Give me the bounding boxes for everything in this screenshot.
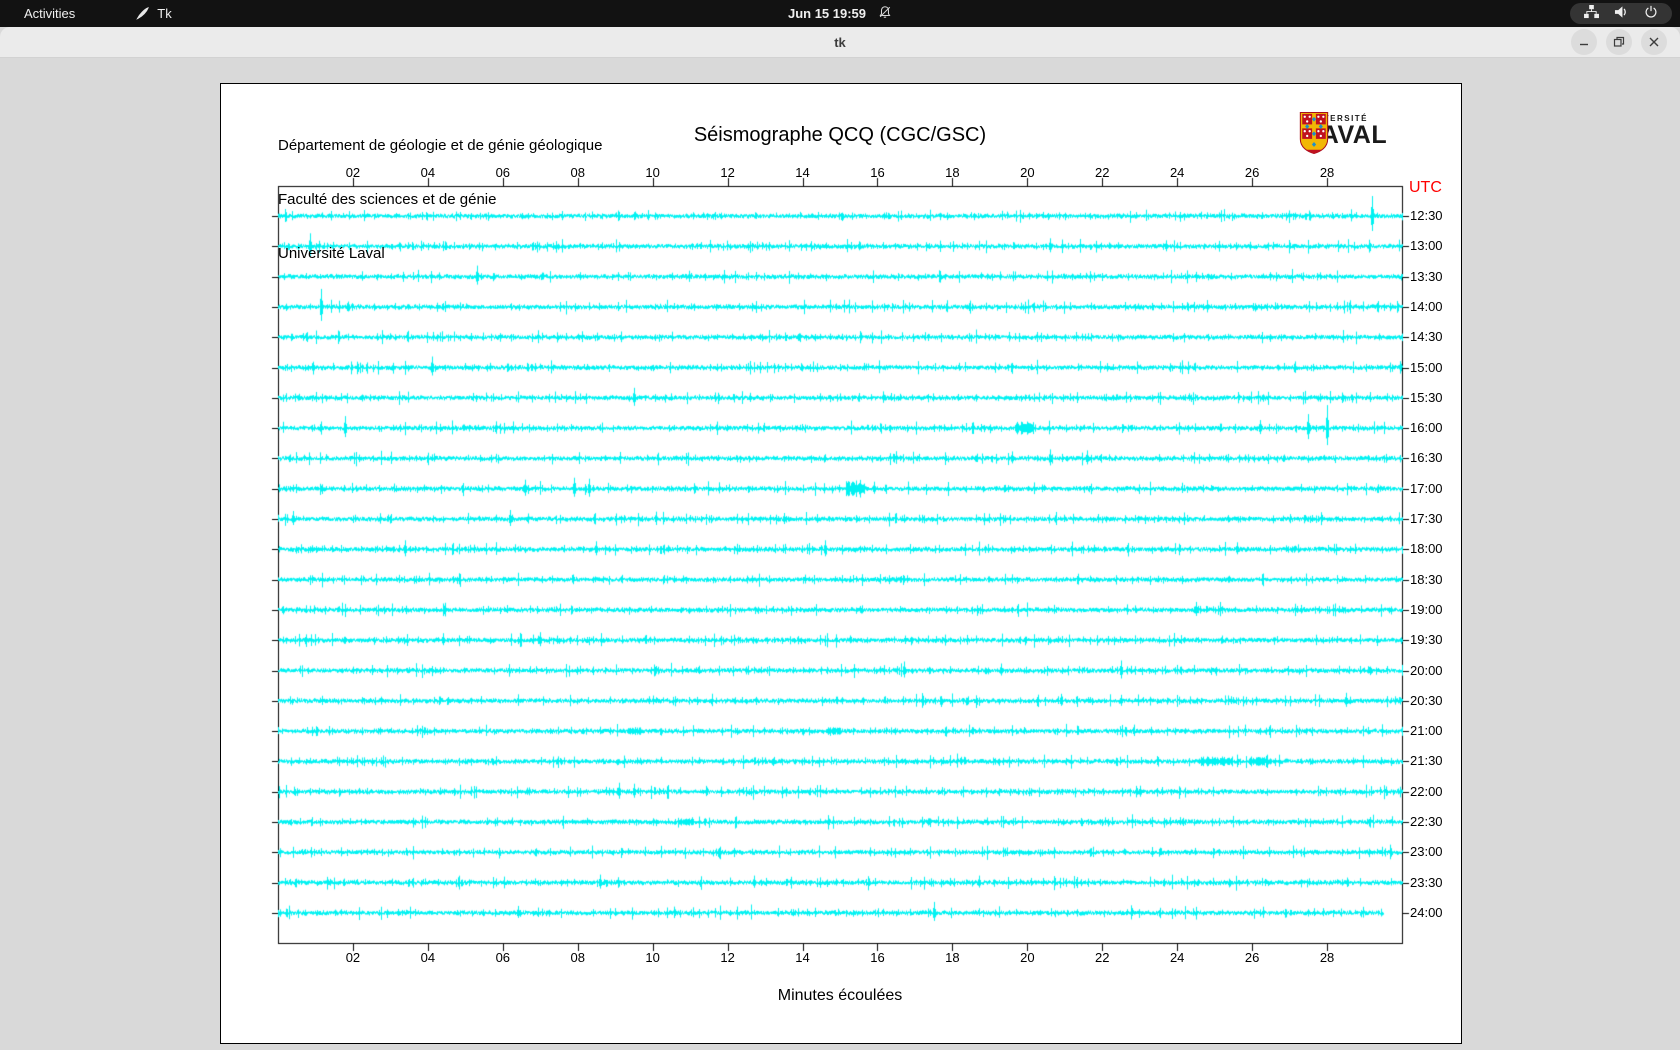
close-button[interactable] [1641,29,1667,55]
x-tick-label: 08 [570,165,585,180]
x-tick-label: 24 [1169,165,1185,180]
x-tick-label: 02 [345,950,361,965]
utc-time-label: 22:30 [1410,814,1443,829]
x-tick-label: 06 [495,950,511,965]
utc-time-label: 21:30 [1410,753,1443,769]
utc-time-label: 24:00 [1410,904,1443,920]
close-icon [1649,37,1659,47]
window-title-bar: tk [0,27,1680,58]
seismograph-panel: Département de géologie et de génie géol… [220,83,1462,1044]
gnome-top-bar: Activities Tk Jun 15 19:59 [0,0,1680,27]
utc-time-label: 23:00 [1410,844,1443,860]
network-icon [1584,5,1599,22]
x-tick-label: 08 [570,950,585,965]
x-tick-label: 12 [720,165,735,180]
power-icon [1644,5,1658,22]
utc-time-label: 13:00 [1410,238,1443,254]
utc-time-label: 23:30 [1410,874,1443,890]
volume-icon [1614,5,1629,22]
utc-time-label: 18:30 [1410,571,1443,587]
x-axis-title: Minutes écoulées [777,987,903,1004]
utc-time-label: 17:00 [1410,480,1443,496]
x-tick-label: 26 [1244,165,1260,180]
window-controls [1571,29,1667,55]
x-tick-label: 28 [1319,165,1335,180]
chart-title: Séismographe QCQ (CGC/GSC) [693,124,987,146]
clock-button[interactable]: Jun 15 19:59 [788,5,892,22]
x-tick-label: 18 [945,950,960,965]
utc-time-label: 17:30 [1410,511,1443,526]
utc-time-label: 20:30 [1410,692,1443,708]
x-tick-label: 24 [1169,950,1185,965]
utc-time-label: 19:00 [1410,601,1443,617]
university-laval-logo: UNIVERSITÉ LAVAL [1299,112,1419,154]
x-tick-label: 02 [345,165,361,180]
notifications-muted-icon [878,5,892,22]
window-title: tk [834,35,846,50]
tk-feather-icon [135,6,150,21]
x-tick-label: 12 [720,950,735,965]
x-tick-label: 10 [645,165,660,180]
x-tick-label: 26 [1244,950,1260,965]
x-tick-label: 18 [945,165,960,180]
x-tick-label: 28 [1319,950,1335,965]
x-tick-label: 22 [1095,950,1110,965]
taskbar-app-label: Tk [157,6,172,21]
institution-line: Faculté des sciences et de génie [278,191,497,208]
x-tick-label: 20 [1020,165,1035,180]
system-tray[interactable] [1570,3,1672,24]
taskbar-app-tk[interactable]: Tk [135,6,172,21]
utc-time-label: 19:30 [1410,632,1443,648]
utc-axis-header: UTC [1409,179,1442,196]
x-tick-label: 20 [1020,950,1035,965]
utc-time-label: 15:30 [1410,389,1443,405]
utc-time-label: 16:00 [1410,420,1443,436]
utc-time-label: 21:00 [1410,723,1443,739]
utc-time-label: 16:30 [1410,450,1443,466]
activities-button[interactable]: Activities [16,4,83,23]
institution-line: Université Laval [278,245,385,262]
x-tick-label: 04 [420,165,436,180]
minimize-icon [1580,43,1588,46]
x-tick-label: 22 [1095,165,1110,180]
maximize-icon [1613,36,1625,47]
utc-time-label: 12:30 [1410,208,1443,223]
maximize-button[interactable] [1606,29,1632,55]
x-tick-label: 16 [870,950,885,965]
x-tick-label: 04 [420,950,436,965]
utc-time-label: 15:00 [1410,359,1443,375]
utc-time-label: 14:30 [1410,329,1443,345]
utc-time-label: 20:00 [1410,662,1443,678]
utc-time-label: 18:00 [1410,541,1443,557]
tk-window-body: Département de géologie et de génie géol… [0,58,1680,1050]
minimize-button[interactable] [1571,29,1597,55]
x-tick-label: 14 [795,950,810,965]
x-tick-label: 06 [495,165,511,180]
clock-text: Jun 15 19:59 [787,6,867,21]
x-tick-label: 16 [870,165,885,180]
utc-time-label: 14:00 [1410,298,1443,314]
x-tick-label: 10 [645,950,660,965]
x-tick-label: 14 [795,165,810,180]
utc-time-label: 13:30 [1410,268,1443,284]
utc-time-label: 22:00 [1410,783,1443,799]
